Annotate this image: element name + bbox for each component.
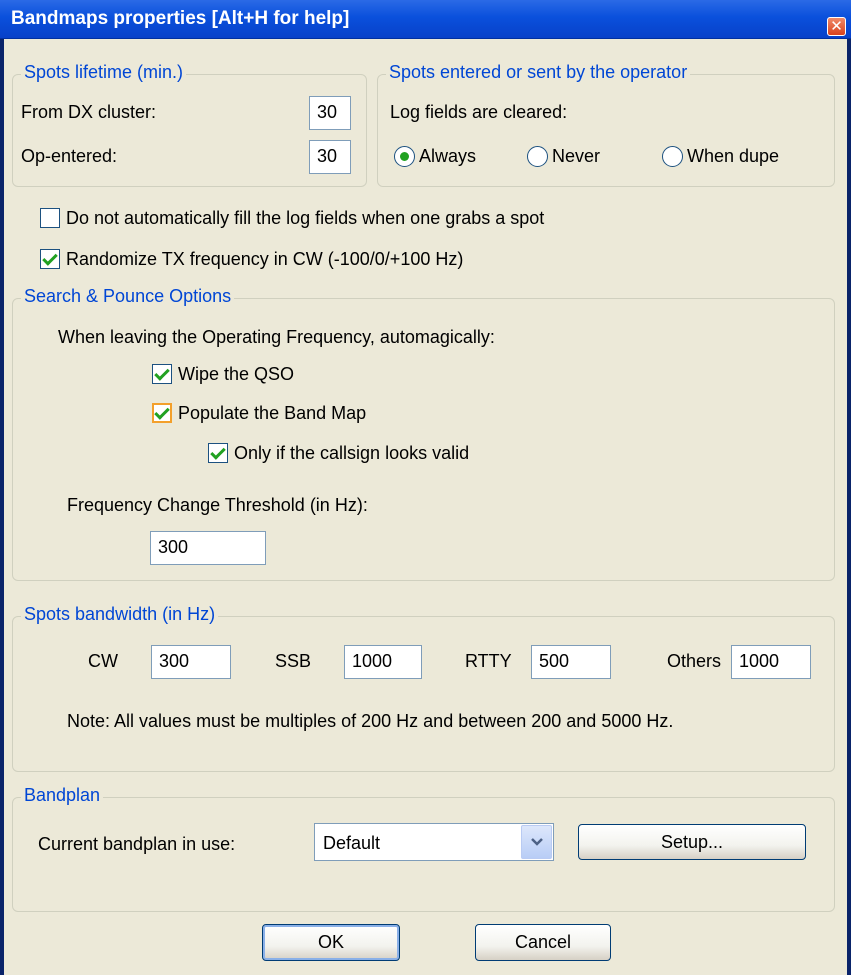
- dx-cluster-lifetime-input[interactable]: 30: [309, 96, 351, 130]
- threshold-label: Frequency Change Threshold (in Hz):: [67, 495, 368, 515]
- cw-label: CW: [88, 651, 118, 671]
- only-valid-callsign-label[interactable]: Only if the callsign looks valid: [234, 443, 469, 464]
- bandplan-group: Bandplan Current bandplan in use: Defaul…: [12, 785, 835, 912]
- op-entered-label: Op-entered:: [21, 146, 118, 166]
- wipe-qso-checkbox[interactable]: [152, 364, 172, 384]
- bandplan-selected-value: Default: [323, 833, 381, 853]
- spots-bandwidth-group: Spots bandwidth (in Hz) CW 300 SSB 1000 …: [12, 604, 835, 772]
- ok-button[interactable]: OK: [262, 924, 400, 961]
- ssb-bandwidth-input[interactable]: 1000: [344, 645, 422, 679]
- bandplan-dropdown-button[interactable]: [521, 825, 552, 859]
- no-autofill-checkbox[interactable]: [40, 208, 60, 228]
- dialog-client: Spots lifetime (min.) From DX cluster: 3…: [4, 39, 847, 975]
- search-pounce-group: Search & Pounce Options When leaving the…: [12, 286, 835, 581]
- cw-bandwidth-input[interactable]: 300: [151, 645, 231, 679]
- log-fields-cleared-label: Log fields are cleared:: [390, 102, 568, 122]
- when-dupe-radio[interactable]: [662, 146, 683, 167]
- when-dupe-radio-label[interactable]: When dupe: [687, 146, 779, 167]
- operator-spots-group: Spots entered or sent by the operator Lo…: [377, 62, 835, 187]
- randomize-tx-label[interactable]: Randomize TX frequency in CW (-100/0/+10…: [66, 249, 463, 270]
- bandplan-legend: Bandplan: [21, 785, 104, 806]
- populate-bandmap-label[interactable]: Populate the Band Map: [178, 403, 366, 424]
- never-radio-label[interactable]: Never: [552, 146, 600, 167]
- bandplan-select[interactable]: Default: [314, 823, 554, 861]
- dx-cluster-label: From DX cluster:: [21, 102, 157, 122]
- bandwidth-note: Note: All values must be multiples of 20…: [67, 711, 674, 731]
- populate-bandmap-checkbox[interactable]: [152, 403, 172, 423]
- spots-bandwidth-legend: Spots bandwidth (in Hz): [21, 604, 219, 625]
- chevron-down-icon: [531, 838, 543, 846]
- never-radio[interactable]: [527, 146, 548, 167]
- wipe-qso-label[interactable]: Wipe the QSO: [178, 364, 294, 385]
- close-button[interactable]: ✕: [827, 17, 846, 36]
- threshold-input[interactable]: 300: [150, 531, 266, 565]
- title-bar[interactable]: Bandmaps properties [Alt+H for help] ✕: [0, 0, 851, 39]
- rtty-label: RTTY: [465, 651, 512, 671]
- bandplan-label: Current bandplan in use:: [38, 834, 236, 854]
- always-radio-label[interactable]: Always: [419, 146, 476, 167]
- snp-intro-text: When leaving the Operating Frequency, au…: [58, 327, 495, 347]
- always-radio[interactable]: [394, 146, 415, 167]
- others-label: Others: [667, 651, 722, 671]
- operator-spots-legend: Spots entered or sent by the operator: [386, 62, 691, 83]
- close-icon: ✕: [830, 18, 843, 35]
- op-entered-lifetime-input[interactable]: 30: [309, 140, 351, 174]
- spots-lifetime-legend: Spots lifetime (min.): [21, 62, 187, 83]
- window-title: Bandmaps properties [Alt+H for help]: [11, 8, 350, 29]
- only-valid-callsign-checkbox[interactable]: [208, 443, 228, 463]
- randomize-tx-checkbox[interactable]: [40, 249, 60, 269]
- spots-lifetime-group: Spots lifetime (min.) From DX cluster: 3…: [12, 62, 367, 187]
- rtty-bandwidth-input[interactable]: 500: [531, 645, 611, 679]
- others-bandwidth-input[interactable]: 1000: [731, 645, 811, 679]
- search-pounce-legend: Search & Pounce Options: [21, 286, 235, 307]
- no-autofill-label[interactable]: Do not automatically fill the log fields…: [66, 208, 544, 229]
- setup-button[interactable]: Setup...: [578, 824, 806, 860]
- cancel-button[interactable]: Cancel: [475, 924, 611, 961]
- ssb-label: SSB: [275, 651, 312, 671]
